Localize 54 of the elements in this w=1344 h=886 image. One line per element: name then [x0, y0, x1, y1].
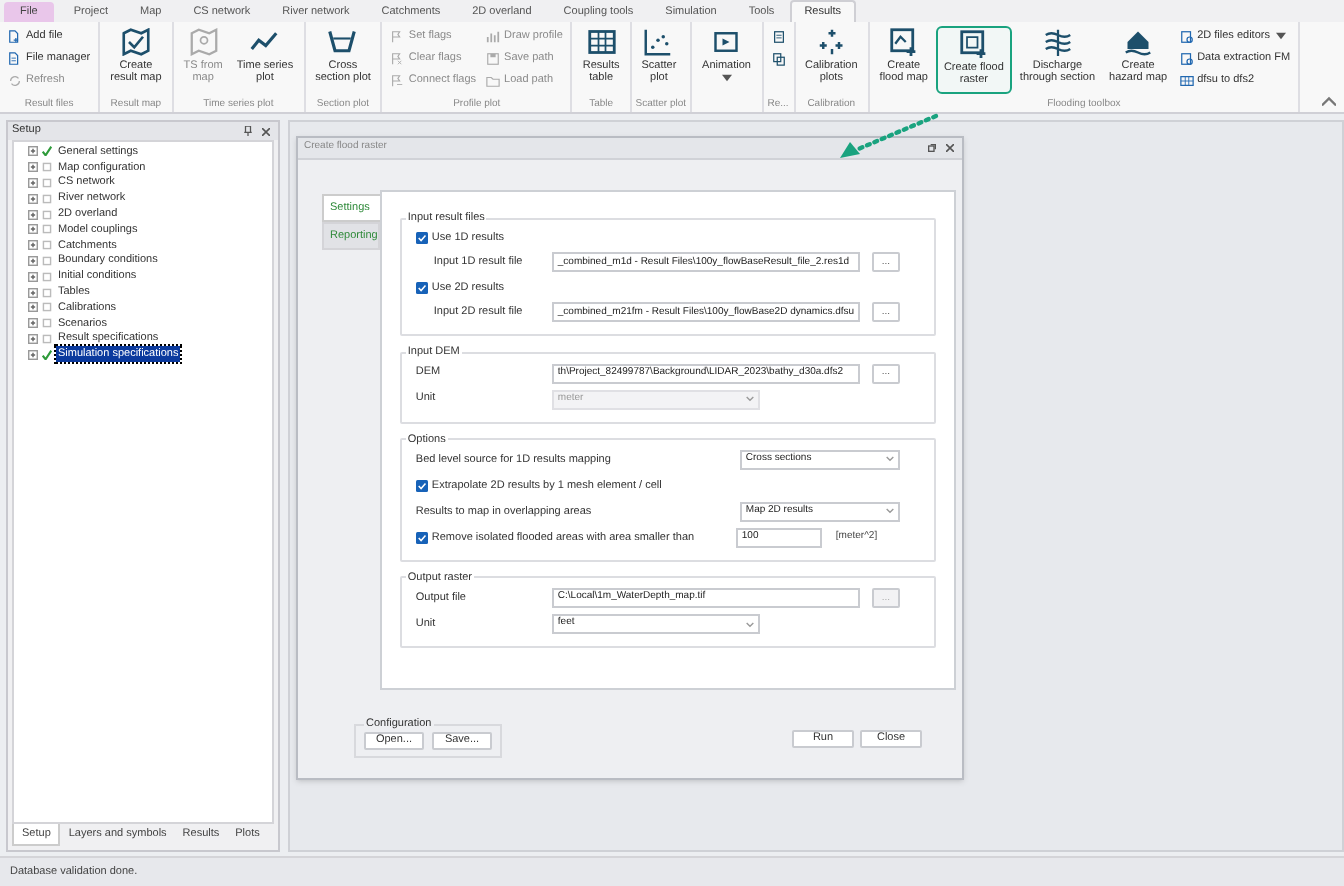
- close-icon[interactable]: [262, 127, 270, 135]
- map-icon: [121, 28, 150, 56]
- ribbon-icon-button[interactable]: [767, 48, 789, 68]
- checkbox[interactable]: [415, 282, 428, 295]
- checkbox[interactable]: [415, 531, 428, 544]
- expand-icon[interactable]: [28, 349, 38, 360]
- expand-icon[interactable]: [28, 146, 38, 157]
- restore-icon[interactable]: [928, 144, 936, 152]
- pointer-arrow: [840, 113, 939, 158]
- flag-icon: [390, 73, 405, 87]
- expand-icon[interactable]: [28, 271, 38, 282]
- close-icon[interactable]: [946, 144, 954, 152]
- expand-icon[interactable]: [28, 209, 38, 220]
- sparkle-icon: [817, 28, 846, 56]
- collapse-ribbon-icon[interactable]: [1322, 96, 1336, 106]
- chevron-down-icon: [885, 456, 894, 463]
- grid-file-icon: [1179, 73, 1194, 87]
- file-icon: [8, 51, 22, 65]
- expand-icon[interactable]: [28, 318, 38, 329]
- caret-icon: [1275, 32, 1286, 40]
- scatter-plot-icon: [644, 28, 673, 56]
- expand-icon[interactable]: [28, 162, 38, 173]
- folder-icon: [486, 73, 501, 87]
- expand-icon[interactable]: [28, 177, 38, 188]
- expand-icon[interactable]: [28, 333, 38, 344]
- chevron-down-icon: [745, 396, 754, 402]
- expand-icon[interactable]: [28, 255, 38, 266]
- table-icon: [587, 28, 616, 56]
- cross-section-icon: [328, 28, 357, 56]
- expand-icon[interactable]: [28, 224, 38, 235]
- flood-map-icon: [889, 28, 918, 56]
- checkbox[interactable]: [415, 479, 428, 492]
- expand-icon[interactable]: [28, 287, 38, 298]
- flood-raster-icon: [959, 30, 988, 58]
- river-section-icon: [1043, 28, 1072, 56]
- expand-icon[interactable]: [28, 193, 38, 204]
- expand-icon[interactable]: [28, 302, 38, 313]
- line-chart-icon: [250, 28, 279, 56]
- save-icon: [486, 51, 501, 65]
- pin-icon[interactable]: [244, 126, 252, 136]
- checkbox[interactable]: [415, 232, 428, 245]
- bar-chart-icon: [486, 29, 501, 43]
- chevron-down-icon: [885, 508, 894, 515]
- house-flood-icon: [1124, 28, 1153, 56]
- film-icon: [712, 28, 741, 56]
- expand-icon[interactable]: [28, 240, 38, 251]
- refresh-icon: [8, 73, 22, 87]
- map-pin-icon: [189, 28, 218, 56]
- caret-icon: [721, 74, 732, 83]
- add-file-icon: [8, 29, 22, 43]
- copy-icon: [771, 51, 785, 65]
- chevron-down-icon: [745, 621, 754, 627]
- flag-icon: [390, 29, 405, 43]
- flag-icon: [390, 51, 405, 65]
